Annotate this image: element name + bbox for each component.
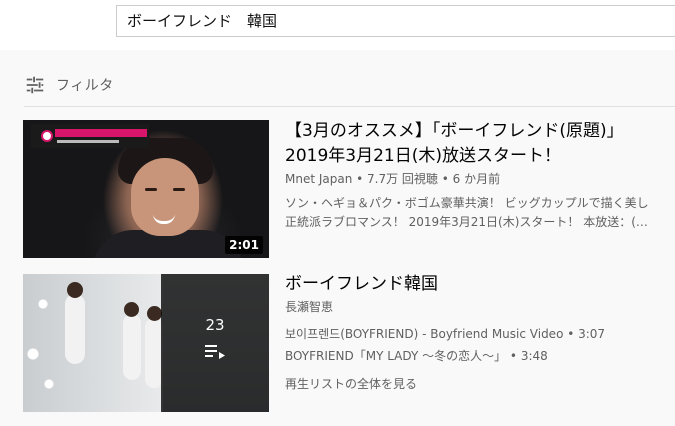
playlist-title[interactable]: ボーイフレンド韓国 bbox=[285, 272, 675, 297]
playlist-result[interactable]: 23 ボーイフレンド韓国 長瀬智恵 보이프렌드(BOYFRIEND) - Boy… bbox=[23, 274, 675, 412]
playlist-channel[interactable]: 長瀬智恵 bbox=[285, 298, 675, 316]
video-meta: Mnet Japan • 7.7万 回視聴 • 6 か月前 bbox=[285, 172, 501, 186]
playlist-overlay bbox=[161, 274, 269, 412]
playlist-thumbnail[interactable]: 23 bbox=[23, 274, 269, 412]
video-info: 【3月のオススメ】「ボーイフレンド(原題)」 2019年3月21日(木)放送スタ… bbox=[285, 120, 675, 232]
playlist-item[interactable]: 보이프렌드(BOYFRIEND) - Boyfriend Music Video… bbox=[285, 323, 675, 345]
playlist-icon bbox=[205, 345, 225, 359]
playlist-items: 보이프렌드(BOYFRIEND) - Boyfriend Music Video… bbox=[285, 323, 675, 367]
thumbnail-banner bbox=[31, 124, 149, 148]
filter-button[interactable]: フィルタ bbox=[24, 70, 114, 100]
view-full-playlist-link[interactable]: 再生リストの全体を見る bbox=[285, 375, 675, 392]
filter-icon bbox=[24, 74, 46, 96]
video-result[interactable]: 2:01 【3月のオススメ】「ボーイフレンド(原題)」 2019年3月21日(木… bbox=[23, 120, 675, 258]
filter-label: フィルタ bbox=[56, 78, 114, 94]
top-bar: ボーイフレンド 韓国 bbox=[0, 0, 675, 50]
video-thumbnail[interactable]: 2:01 bbox=[23, 120, 269, 258]
channel-logo-icon bbox=[41, 130, 53, 142]
playlist-item[interactable]: BOYFRIEND「MY LADY 〜冬の恋人〜」 • 3:48 bbox=[285, 345, 675, 367]
video-description: ソン・ヘギョ＆パク・ボゴム豪華共演！ ビッグカップルで描く美し 正統派ラブロマン… bbox=[285, 196, 649, 229]
playlist-info: ボーイフレンド韓国 長瀬智恵 보이프렌드(BOYFRIEND) - Boyfri… bbox=[285, 274, 675, 392]
divider bbox=[24, 106, 675, 107]
video-duration: 2:01 bbox=[225, 236, 263, 254]
video-title[interactable]: 【3月のオススメ】「ボーイフレンド(原題)」 2019年3月21日(木)放送スタ… bbox=[285, 119, 675, 169]
playlist-count: 23 bbox=[205, 316, 225, 334]
search-input[interactable]: ボーイフレンド 韓国 bbox=[116, 5, 675, 37]
